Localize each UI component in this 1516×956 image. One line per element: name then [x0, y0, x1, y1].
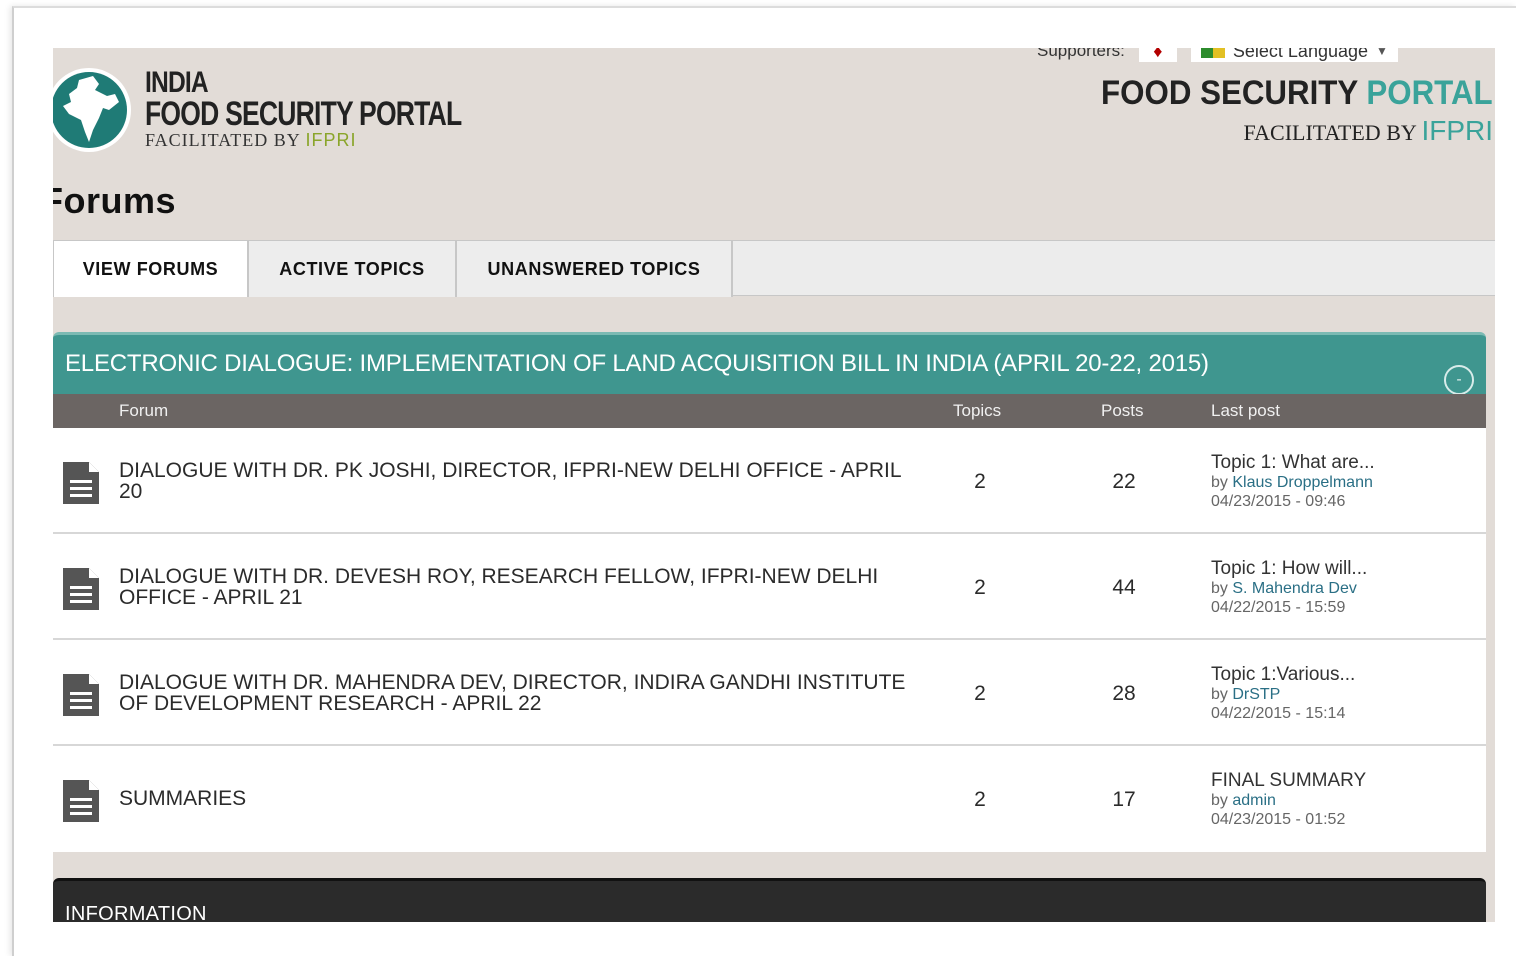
last-post-info: FINAL SUMMARY by admin 04/23/2015 - 01:5… [1211, 770, 1481, 830]
last-post-title[interactable]: FINAL SUMMARY [1211, 770, 1481, 791]
last-post-by: by S. Mahendra Dev [1211, 579, 1481, 598]
tab-unanswered-topics[interactable]: UNANSWERED TOPICS [457, 241, 733, 297]
india-food-security-portal-logo[interactable]: INDIA FOOD SECURITY PORTAL FACILITATED B… [53, 56, 462, 156]
column-header-forum: Forum [119, 401, 169, 420]
tab-bar-filler [733, 241, 1495, 295]
last-post-date: 04/22/2015 - 15:59 [1211, 599, 1346, 616]
forum-link[interactable]: DIALOGUE WITH DR. MAHENDRA DEV, DIRECTOR… [119, 672, 909, 714]
forum-topics-count: 2 [974, 470, 986, 493]
last-post-by: by DrSTP [1211, 685, 1481, 704]
last-post-by-label: by [1211, 792, 1233, 809]
column-header-posts: Posts [1101, 401, 1144, 420]
language-select[interactable]: Select Language ▼ [1190, 48, 1398, 62]
last-post-title[interactable]: Topic 1:Various... [1211, 664, 1481, 685]
last-post-by-label: by [1211, 474, 1233, 491]
india-map-icon [53, 68, 131, 152]
last-post-info: Topic 1: What are... by Klaus Droppelman… [1211, 452, 1481, 512]
information-title: INFORMATION [65, 903, 207, 922]
logo-right-title-accent: PORTAL [1366, 74, 1493, 112]
google-translate-icon [1200, 48, 1225, 58]
logo-right-facilitated: FACILITATED BY IFPRI [1067, 115, 1493, 147]
last-post-by: by admin [1211, 791, 1481, 810]
last-post-author[interactable]: DrSTP [1232, 686, 1280, 703]
forum-group-title: ELECTRONIC DIALOGUE: IMPLEMENTATION OF L… [65, 350, 1209, 377]
forum-tabs: VIEW FORUMS ACTIVE TOPICS UNANSWERED TOP… [53, 240, 1495, 297]
document-icon [63, 462, 99, 504]
logo-line-portal: FOOD SECURITY PORTAL [145, 95, 462, 133]
tab-view-forums[interactable]: VIEW FORUMS [53, 241, 249, 297]
forum-column-headers: Forum Topics Posts Last post [53, 394, 1486, 428]
forum-group-panel: ELECTRONIC DIALOGUE: IMPLEMENTATION OF L… [53, 332, 1486, 856]
document-icon [63, 674, 99, 716]
tab-active-topics[interactable]: ACTIVE TOPICS [249, 241, 457, 297]
last-post-author[interactable]: admin [1232, 792, 1276, 809]
logo-right-facilitated-text: FACILITATED BY [1243, 120, 1422, 145]
last-post-author[interactable]: Klaus Droppelmann [1232, 474, 1373, 491]
logo-facilitated-text: FACILITATED BY [145, 130, 301, 150]
logo-right-ifpri: IFPRI [1421, 115, 1493, 146]
supporters-label: Supporters: [1037, 48, 1125, 60]
forum-row: DIALOGUE WITH DR. DEVESH ROY, RESEARCH F… [53, 534, 1486, 640]
page-title: Forums [53, 180, 177, 221]
last-post-date: 04/23/2015 - 09:46 [1211, 493, 1346, 510]
language-select-label: Select Language [1232, 48, 1369, 61]
chevron-down-icon: ▼ [1376, 48, 1388, 58]
last-post-date: 04/22/2015 - 15:14 [1211, 705, 1346, 722]
forum-posts-count: 44 [1112, 576, 1136, 599]
logo-right-title: FOOD SECURITY PORTAL [1101, 74, 1493, 113]
logo-facilitated: FACILITATED BY IFPRI [145, 130, 551, 150]
last-post-date: 04/23/2015 - 01:52 [1211, 811, 1346, 828]
document-icon [63, 568, 99, 610]
forum-posts-count: 22 [1112, 470, 1136, 493]
forum-posts-count: 17 [1112, 788, 1136, 811]
forum-row: SUMMARIES 2 17 FINAL SUMMARY by admin 04… [53, 746, 1486, 852]
last-post-author[interactable]: S. Mahendra Dev [1232, 580, 1357, 597]
last-post-info: Topic 1: How will... by S. Mahendra Dev … [1211, 558, 1481, 618]
forum-link[interactable]: DIALOGUE WITH DR. PK JOSHI, DIRECTOR, IF… [119, 460, 909, 502]
forum-link[interactable]: SUMMARIES [119, 788, 909, 809]
document-icon [63, 780, 99, 822]
column-header-last-post: Last post [1211, 401, 1280, 420]
top-strip: Supporters: ♦ Select Language ▼ [1037, 48, 1398, 62]
last-post-title[interactable]: Topic 1: What are... [1211, 452, 1481, 473]
forum-group-header: ELECTRONIC DIALOGUE: IMPLEMENTATION OF L… [53, 332, 1486, 395]
forum-posts-count: 28 [1112, 682, 1136, 705]
information-panel: INFORMATION [53, 878, 1486, 922]
logo-line-india: INDIA [145, 66, 209, 99]
logo-ifpri: IFPRI [305, 130, 357, 150]
last-post-by-label: by [1211, 580, 1233, 597]
last-post-title[interactable]: Topic 1: How will... [1211, 558, 1481, 579]
column-header-topics: Topics [953, 401, 1002, 420]
supporter-logo-icon[interactable]: ♦ [1138, 48, 1177, 62]
logo-right-title-main: FOOD SECURITY [1101, 74, 1367, 112]
last-post-by-label: by [1211, 686, 1233, 703]
forum-topics-count: 2 [974, 576, 986, 599]
forum-row: DIALOGUE WITH DR. PK JOSHI, DIRECTOR, IF… [53, 428, 1486, 534]
collapse-circle-icon[interactable]: - [1444, 365, 1474, 395]
forum-link[interactable]: DIALOGUE WITH DR. DEVESH ROY, RESEARCH F… [119, 566, 909, 608]
forum-row: DIALOGUE WITH DR. MAHENDRA DEV, DIRECTOR… [53, 640, 1486, 746]
last-post-info: Topic 1:Various... by DrSTP 04/22/2015 -… [1211, 664, 1481, 724]
forum-topics-count: 2 [974, 682, 986, 705]
last-post-by: by Klaus Droppelmann [1211, 473, 1481, 492]
forum-page: INDIA FOOD SECURITY PORTAL FACILITATED B… [53, 48, 1495, 922]
food-security-portal-logo[interactable]: FOOD SECURITY PORTAL FACILITATED BY IFPR… [1067, 74, 1493, 147]
forum-topics-count: 2 [974, 788, 986, 811]
